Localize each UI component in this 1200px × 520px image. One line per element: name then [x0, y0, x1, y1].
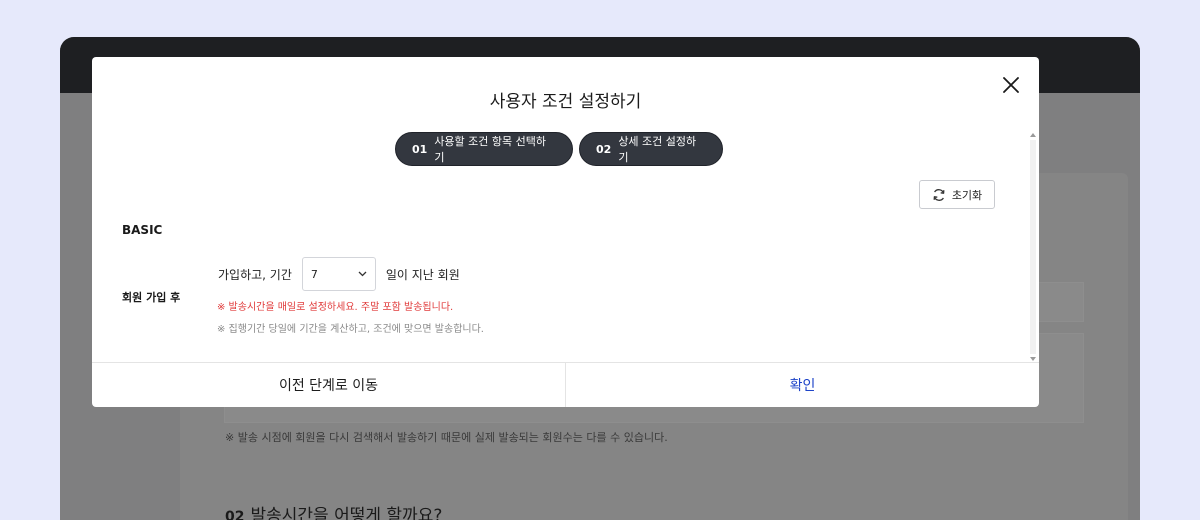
close-button[interactable]: [1001, 75, 1021, 95]
scroll-thumb[interactable]: [1030, 140, 1036, 354]
step-number: 01: [412, 142, 428, 156]
chevron-down-icon: [358, 271, 367, 277]
condition-prefix: 가입하고, 기간: [218, 267, 292, 282]
background-section-heading: 02 발송시간을 어떻게 할까요?: [225, 501, 442, 520]
section-number: 02: [225, 509, 245, 520]
previous-step-button[interactable]: 이전 단계로 이동: [92, 363, 566, 407]
scroll-up-arrow-icon: [1030, 133, 1036, 137]
background-notice: ※ 발송 시점에 회원을 다시 검색해서 발송하기 때문에 실제 발송되는 회원…: [225, 431, 668, 444]
step-indicator: 01 사용할 조건 항목 선택하기 02 상세 조건 설정하기: [395, 132, 723, 166]
modal-footer: 이전 단계로 이동 확인: [92, 362, 1039, 407]
step-label: 상세 조건 설정하기: [618, 135, 697, 164]
section-label-basic: BASIC: [122, 223, 163, 237]
modal-title: 사용자 조건 설정하기: [489, 92, 642, 112]
period-select[interactable]: 7: [301, 257, 376, 291]
condition-row: 가입하고, 기간 7 일이 지난 회원: [218, 257, 460, 291]
info-note: ※ 집행기간 당일에 기간을 계산하고, 조건에 맞으면 발송합니다.: [217, 324, 484, 335]
condition-suffix: 일이 지난 회원: [385, 267, 460, 282]
reset-button[interactable]: 초기화: [919, 180, 995, 209]
scrollbar[interactable]: [1029, 132, 1037, 362]
section-title: 발송시간을 어떻게 할까요?: [250, 506, 443, 520]
condition-label: 회원 가입 후: [122, 291, 181, 304]
step-1-button[interactable]: 01 사용할 조건 항목 선택하기: [395, 132, 573, 166]
confirm-button[interactable]: 확인: [566, 363, 1039, 407]
reset-label: 초기화: [951, 188, 983, 202]
step-2-button[interactable]: 02 상세 조건 설정하기: [579, 132, 723, 166]
user-condition-modal: 사용자 조건 설정하기 01 사용할 조건 항목 선택하기 02 상세 조건 설…: [92, 57, 1039, 407]
period-select-value: 7: [310, 267, 318, 281]
step-number: 02: [596, 142, 612, 156]
step-label: 사용할 조건 항목 선택하기: [434, 135, 547, 164]
warning-note: ※ 발송시간을 매일로 설정하세요. 주말 포함 발송됩니다.: [217, 302, 454, 313]
refresh-icon: [933, 188, 945, 201]
close-icon: [1003, 77, 1019, 93]
